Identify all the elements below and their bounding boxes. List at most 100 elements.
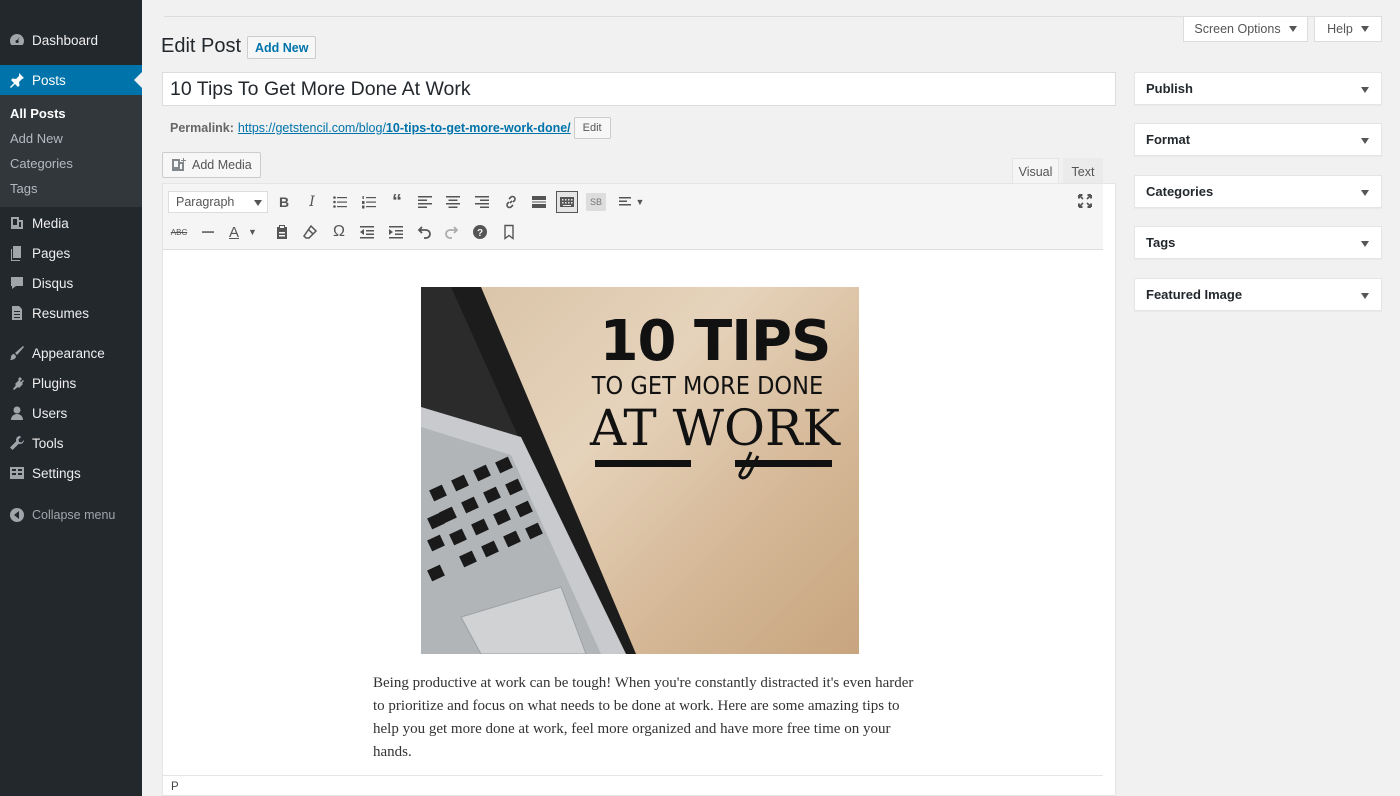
quote-icon: “ (392, 190, 402, 213)
align-center-icon (446, 196, 460, 208)
image-divider-right (735, 460, 832, 467)
metabox-tags[interactable]: Tags (1134, 226, 1382, 259)
settings-icon (9, 465, 25, 481)
sidebar-item-settings[interactable]: Settings (0, 458, 142, 488)
outdent-button[interactable] (356, 221, 378, 243)
indent-button[interactable] (385, 221, 407, 243)
bookmark-button[interactable] (498, 221, 520, 243)
format-select[interactable]: Paragraph (168, 191, 268, 213)
sidebar-item-resumes[interactable]: Resumes (0, 298, 142, 328)
strikethrough-button[interactable]: ABC (168, 221, 190, 243)
italic-button[interactable]: I (301, 191, 323, 213)
horizontal-line-icon (202, 231, 214, 233)
sidebar-item-users[interactable]: Users (0, 398, 142, 428)
editor-toolbar: Paragraph B I “ SB ▼ ABC A ▼ Ω ? (163, 184, 1103, 250)
add-new-button[interactable]: Add New (247, 36, 317, 59)
submenu-tags[interactable]: Tags (10, 181, 37, 196)
triangle-down-icon (1288, 26, 1297, 32)
sidebar-item-label: Resumes (32, 305, 90, 321)
sidebar-item-label: Users (32, 405, 68, 421)
triangle-down-icon: ▼ (248, 227, 257, 237)
help-label: Help (1327, 22, 1353, 36)
bold-button[interactable]: B (273, 191, 295, 213)
triangle-down-icon (1361, 87, 1369, 93)
collapse-menu-button[interactable]: Collapse menu (0, 500, 142, 530)
undo-button[interactable] (413, 221, 435, 243)
document-icon (9, 305, 25, 321)
align-right-button[interactable] (471, 191, 493, 213)
sidebar-item-label: Tools (32, 435, 64, 451)
image-headline-2: AT WORK (590, 399, 840, 457)
read-more-button[interactable] (528, 191, 550, 213)
triangle-down-icon (1361, 241, 1369, 247)
screen-options-button[interactable]: Screen Options (1183, 17, 1308, 42)
help-icon: ? (473, 225, 487, 239)
numbered-list-button[interactable] (358, 191, 380, 213)
sb-button[interactable]: SB (586, 193, 606, 211)
redo-button[interactable] (441, 221, 463, 243)
clear-formatting-button[interactable] (299, 221, 321, 243)
plugin-icon (9, 375, 25, 391)
horizontal-line-button[interactable] (197, 221, 219, 243)
post-title-input[interactable] (162, 72, 1116, 106)
post-content-image[interactable]: 10 TIPS TO GET MORE DONE AT WORK (421, 287, 859, 654)
sidebar-item-label: Appearance (32, 345, 105, 361)
screen-options-label: Screen Options (1194, 22, 1281, 36)
metabox-featured-image[interactable]: Featured Image (1134, 278, 1382, 311)
blockquote-button[interactable]: “ (386, 191, 408, 213)
post-body-text[interactable]: Being productive at work can be tough! W… (373, 672, 918, 764)
keyboard-shortcuts-button[interactable]: ? (469, 221, 491, 243)
submenu-add-new[interactable]: Add New (10, 131, 63, 146)
bookmark-icon (504, 224, 514, 240)
align-right-icon (475, 196, 489, 208)
omega-icon: Ω (333, 223, 345, 240)
clipboard-icon (277, 225, 287, 239)
element-path[interactable]: P (171, 781, 179, 793)
permalink-link[interactable]: https://getstencil.com/blog/10-tips-to-g… (238, 121, 571, 135)
align-center-button[interactable] (442, 191, 464, 213)
image-divider-left (595, 460, 691, 467)
sidebar-item-label: Posts (32, 72, 66, 88)
submenu-all-posts[interactable]: All Posts (10, 106, 66, 121)
paste-text-button[interactable] (271, 221, 293, 243)
add-media-label: Add Media (192, 158, 252, 172)
metabox-title: Featured Image (1146, 287, 1243, 302)
insert-link-button[interactable] (500, 191, 522, 213)
text-color-button[interactable]: A ▼ (225, 221, 261, 243)
metabox-categories[interactable]: Categories (1134, 175, 1382, 208)
outdent-icon (360, 226, 374, 239)
add-media-button[interactable]: Add Media (162, 152, 261, 178)
italic-icon: I (309, 194, 315, 210)
tab-text[interactable]: Text (1063, 158, 1103, 184)
sidebar-item-dashboard[interactable]: Dashboard (0, 25, 142, 55)
read-more-icon (532, 196, 546, 208)
help-button[interactable]: Help (1314, 17, 1382, 42)
permalink-slug: 10-tips-to-get-more-work-done/ (385, 121, 571, 135)
sidebar-item-pages[interactable]: Pages (0, 238, 142, 268)
align-left-icon (418, 196, 432, 208)
special-character-button[interactable]: Ω (328, 221, 350, 243)
strikethrough-icon: ABC (170, 227, 188, 237)
alignment-dropdown-button[interactable]: ▼ (615, 191, 647, 213)
sidebar-item-posts[interactable]: Posts (0, 65, 142, 95)
submenu-categories[interactable]: Categories (10, 156, 73, 171)
metabox-format[interactable]: Format (1134, 123, 1382, 156)
image-subline: TO GET MORE DONE (591, 371, 824, 400)
sidebar-item-appearance[interactable]: Appearance (0, 338, 142, 368)
sidebar-item-disqus[interactable]: Disqus (0, 268, 142, 298)
sidebar-item-tools[interactable]: Tools (0, 428, 142, 458)
sidebar-item-plugins[interactable]: Plugins (0, 368, 142, 398)
permalink-row: Permalink: https://getstencil.com/blog/1… (170, 117, 611, 139)
bullet-list-button[interactable] (329, 191, 351, 213)
admin-sidebar: Dashboard Posts All Posts Add New Catego… (0, 0, 142, 796)
fullscreen-button[interactable] (1074, 190, 1096, 212)
permalink-edit-button[interactable]: Edit (573, 117, 611, 139)
triangle-down-icon (254, 200, 262, 206)
metabox-publish[interactable]: Publish (1134, 72, 1382, 105)
align-left-button[interactable] (414, 191, 436, 213)
tab-visual[interactable]: Visual (1012, 158, 1059, 184)
toolbar-toggle-button[interactable] (556, 191, 578, 213)
metabox-title: Categories (1146, 184, 1214, 199)
sidebar-item-media[interactable]: Media (0, 208, 142, 238)
dashboard-icon (9, 32, 25, 48)
